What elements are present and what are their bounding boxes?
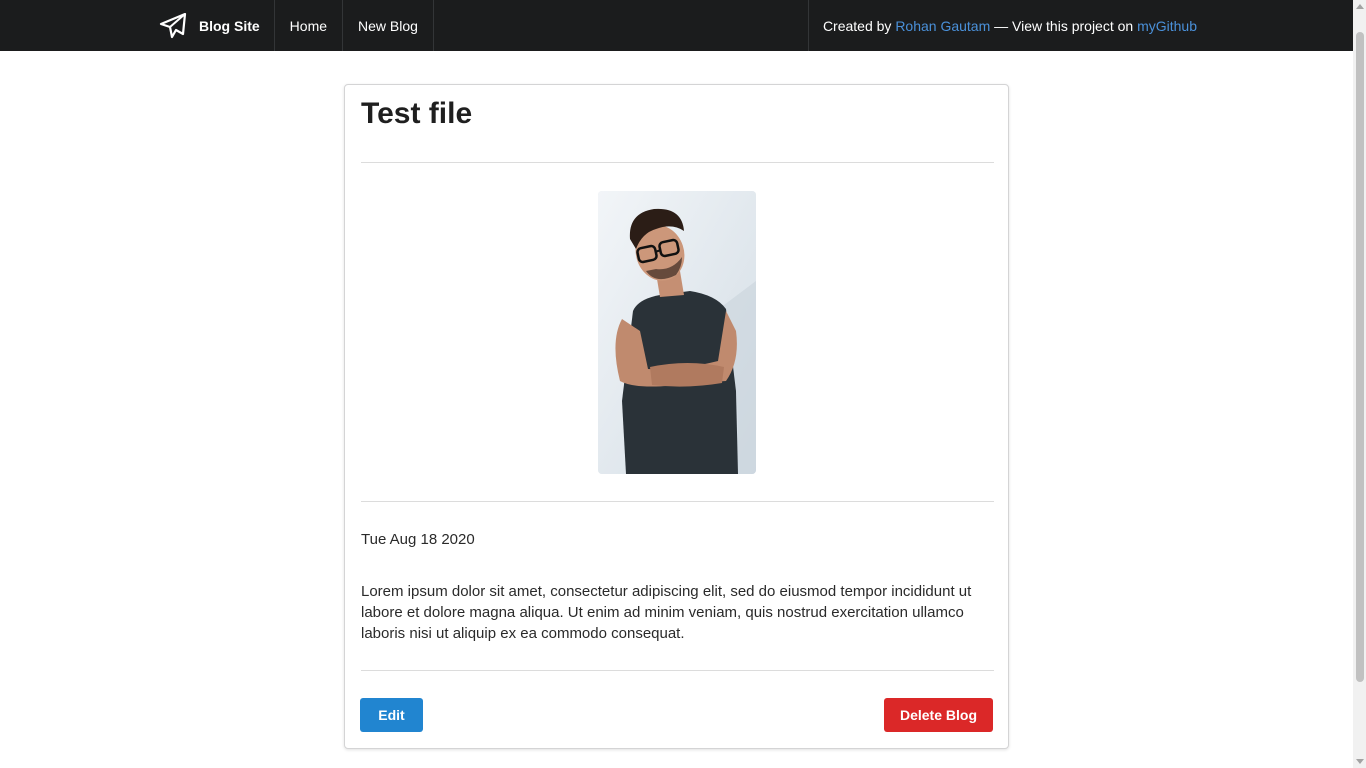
brand-link[interactable]: Blog Site [144,0,275,51]
top-navbar: Blog Site Home New Blog Created by Rohan… [0,0,1353,51]
credit-middle: — View this project on [994,17,1134,34]
github-link[interactable]: myGithub [1137,18,1197,34]
nav-new-blog[interactable]: New Blog [343,0,434,51]
nav-left: Blog Site Home New Blog [144,0,434,51]
paper-plane-icon [159,12,187,39]
scroll-down-icon[interactable] [1356,759,1364,764]
divider [361,670,994,671]
divider [361,501,994,502]
divider [361,162,994,163]
post-image [598,191,756,474]
nav-credit: Created by Rohan Gautam — View this proj… [807,0,1197,51]
author-link[interactable]: Rohan Gautam [895,18,990,34]
brand-label: Blog Site [199,17,260,34]
nav-home[interactable]: Home [275,0,344,51]
vertical-scrollbar[interactable] [1353,0,1366,768]
credit-prefix: Created by [822,17,892,34]
edit-button[interactable]: Edit [360,698,423,732]
blog-card: Test file Tue Aug 18 2020 Lorem ipsum do… [344,84,1009,749]
delete-blog-button[interactable]: Delete Blog [884,698,993,732]
post-title: Test file [361,97,473,130]
scroll-up-icon[interactable] [1356,4,1364,9]
post-date: Tue Aug 18 2020 [361,531,475,548]
post-body: Lorem ipsum dolor sit amet, consectetur … [361,583,972,642]
scroll-thumb[interactable] [1356,32,1364,682]
